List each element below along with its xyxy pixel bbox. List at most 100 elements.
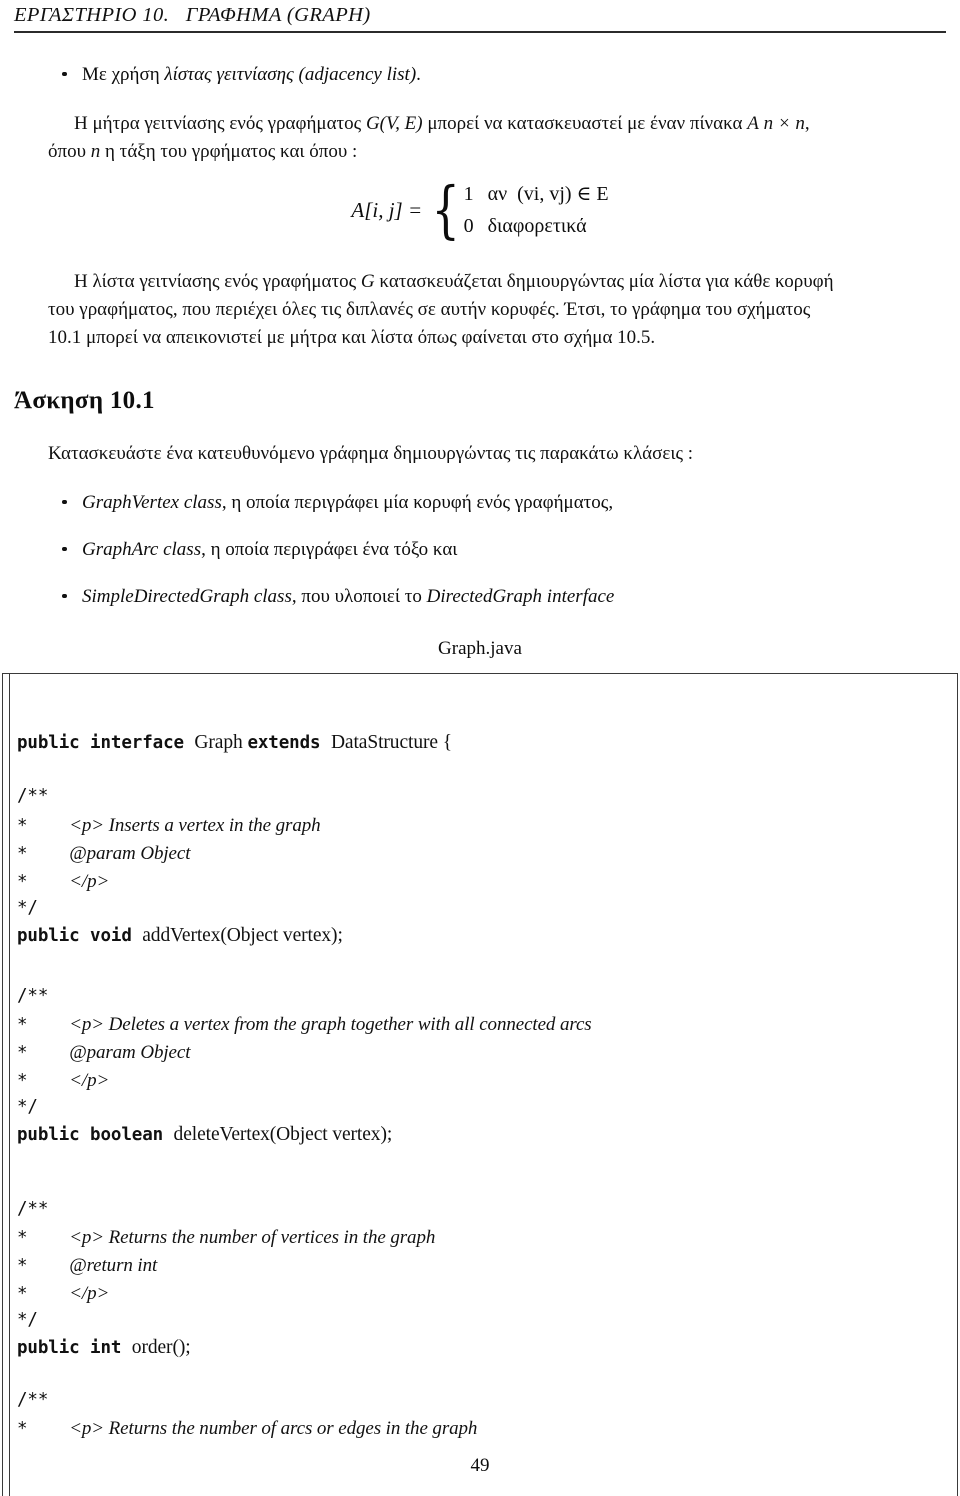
code-token: <p> Inserts a vertex in the graph [69,815,321,836]
bullet-dot-icon [62,71,67,77]
para-matrix-line1a: Η μήτρα γειτνίασης ενός γραφήματος [74,113,366,134]
code-line: /** [17,986,48,1006]
class-name-graphvertex: GraphVertex class [82,492,222,513]
code-token: <p> Returns the number of arcs or edges … [69,1418,478,1439]
list-item-rest: , που υλοποιεί το [291,586,427,607]
code-line: * </p> [17,871,109,893]
para-matrix-line1b: μπορεί να κατασκευαστεί με έναν πίνακα [422,113,748,134]
list-item-label: Με χρήση λίστας γειτνίασης (adjacency li… [82,62,922,88]
code-token: /** [17,986,49,1006]
code-line: * <p> Deletes a vertex from the graph to… [17,1014,592,1036]
code-token: /** [17,786,49,806]
code-line: * @param Object [17,1042,190,1064]
para-list-line3: 10.1 μπορεί να απεικονιστεί με μήτρα και… [48,326,656,348]
code-line: public interface Graph extends DataStruc… [17,732,452,754]
code-token: DataStructure { [330,732,452,753]
code-token: /** [17,1199,49,1219]
math-n: n [90,140,101,162]
equation-lhs: A[i, j] = [351,197,423,222]
code-line: */ [17,1097,38,1117]
code-line: * </p> [17,1070,109,1092]
code-line: * @return int [17,1255,157,1277]
equation-case-1-condition: αν (vi, vj) ∈ E [487,183,609,205]
code-token: */ [17,1097,38,1117]
list-item-label: GraphVertex class, η οποία περιγράφει μί… [82,490,922,516]
code-token: public void [17,926,143,946]
list-item-rest: , η οποία περιγράφει μία κορυφή ενός γρα… [221,492,614,513]
code-token: * [17,844,28,864]
code-token: * [17,1256,28,1276]
list-item-rest: , η οποία περιγράφει ένα τόξο και [201,539,458,560]
code-token: </p> [69,871,110,892]
display-equation: A[i, j] ={ 1 αν (vi, vj) ∈ E 0 διαφορετικά [0,178,960,243]
code-line: * <p> Returns the number of vertices in … [17,1227,435,1249]
code-token: * [17,1419,28,1439]
code-token: public boolean [17,1125,174,1145]
list-item-label: GraphArc class, η οποία περιγράφει ένα τ… [82,537,922,563]
class-name-simpledirectedgraph: SimpleDirectedGraph class [82,586,292,607]
code-listing-box: public interface Graph extends DataStruc… [2,673,958,1496]
running-header-title: ΕΡΓΑΣΤΗΡΙΟ 10. ΓΡΑΦΗΜΑ (GRAPH) [14,4,371,26]
code-token: Graph [194,732,248,753]
code-token: * [17,1043,28,1063]
code-line: public void addVertex(Object vertex); [17,925,343,947]
code-token: order(); [131,1337,191,1358]
list-item: GraphVertex class, η οποία περιγράφει μί… [62,490,922,516]
equation-case-1-value: 1 [463,183,474,205]
code-token: @param Object [69,843,191,864]
left-brace-glyph: { [431,173,461,247]
list-item: Με χρήση λίστας γειτνίασης (adjacency li… [62,62,922,88]
code-token: * [17,1228,28,1248]
bullet-dot-icon [62,499,67,505]
bullet-text-tail: . [416,64,421,85]
code-token: </p> [69,1070,110,1091]
running-header: ΕΡΓΑΣΤΗΡΙΟ 10. ΓΡΑΦΗΜΑ (GRAPH) [14,4,946,27]
code-token: deleteVertex(Object vertex); [173,1124,393,1145]
code-line: */ [17,898,38,918]
math-A: A [747,113,759,134]
code-line: * @param Object [17,843,190,865]
para-matrix-line2a: όπου [48,140,91,162]
code-line: * <p> Returns the number of arcs or edge… [17,1418,477,1440]
code-token: public int [17,1338,132,1358]
code-line: * <p> Inserts a vertex in the graph [17,815,321,837]
math-G-V-E: G(V, E) [365,113,423,134]
para-matrix-line1d: , [804,113,810,134]
code-line: */ [17,1310,38,1330]
para-list-line2: του γραφήματος, που περιέχει όλες τις δι… [48,298,811,320]
code-line: /** [17,786,48,806]
code-token: <p> Deletes a vertex from the graph toge… [69,1014,592,1035]
equation-case-2-condition: διαφορετικά [487,215,587,238]
code-token: * [17,816,28,836]
interface-name-directedgraph: DirectedGraph interface [426,586,615,607]
header-rule [14,31,946,33]
code-token: </p> [69,1283,110,1304]
equation-case-1: 1 αν (vi, vj) ∈ E [464,178,609,210]
math-n-times-n: n × n [763,113,805,134]
code-line: * </p> [17,1283,109,1305]
list-item: GraphArc class, η οποία περιγράφει ένα τ… [62,537,922,563]
list-item-label: SimpleDirectedGraph class, που υλοποιεί … [82,584,922,610]
code-token: */ [17,898,38,918]
bullet-dot-icon [62,593,67,599]
code-token: /** [17,1390,49,1410]
listing-caption: Graph.java [438,638,522,659]
exercise-prompt-text: Κατασκευάστε ένα κατευθυνόμενο γράφημα δ… [48,443,694,464]
paragraph-adjacency-matrix: Η μήτρα γειτνίασης ενός γραφήματος G(V, … [48,110,918,166]
code-token: * [17,1071,28,1091]
page-number: 49 [470,1455,490,1476]
para-list-line1a: Η λίστα γειτνίασης ενός γραφήματος [74,271,361,292]
code-line: /** [17,1199,48,1219]
paragraph-adjacency-list: Η λίστα γειτνίασης ενός γραφήματος G κατ… [48,268,920,352]
code-token: * [17,872,28,892]
code-token: * [17,1015,28,1035]
class-name-grapharc: GraphArc class [82,539,202,560]
